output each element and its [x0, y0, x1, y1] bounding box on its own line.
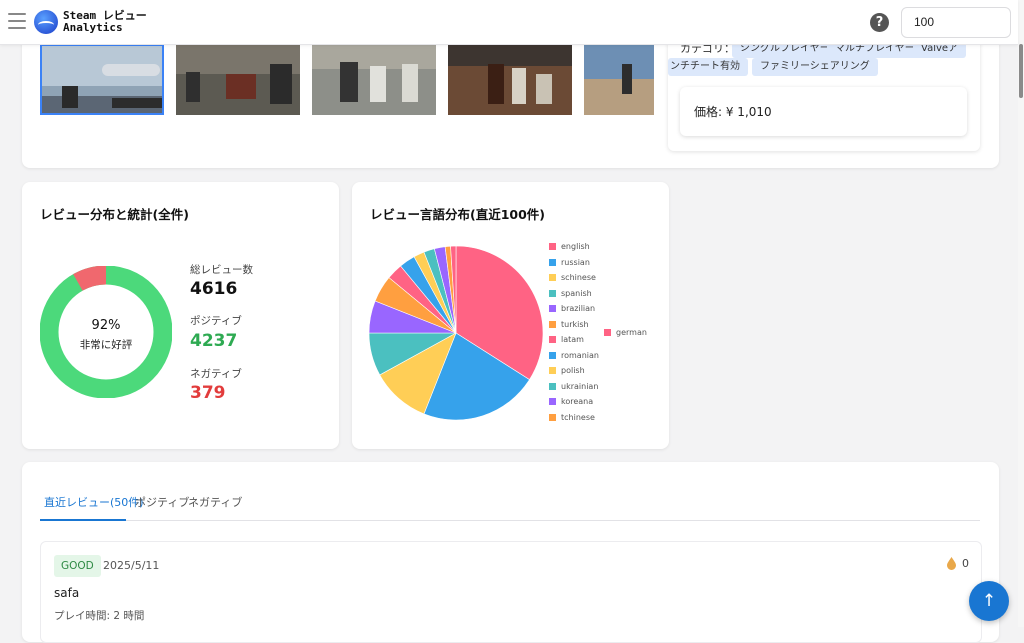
top-bar: Steam レビュー Analytics ? 100 — [0, 0, 1018, 45]
language-card-title: レビュー言語分布(直近100件) — [370, 207, 546, 222]
total-reviews-label: 総レビュー数 — [190, 264, 253, 276]
language-pie-chart — [368, 245, 544, 421]
legend-label: german — [616, 328, 647, 337]
arrow-up-icon: ↑ — [981, 591, 997, 611]
legend-label: spanish — [561, 288, 592, 298]
legend-swatch — [549, 382, 556, 390]
legend-swatch — [549, 367, 556, 374]
review-date: 2025/5/11 — [103, 559, 160, 572]
tab-recent-reviews[interactable]: 直近レビュー(50件) — [44, 494, 144, 510]
page-scrollbar[interactable] — [1018, 0, 1024, 627]
legend-swatch — [549, 351, 556, 359]
tab-positive[interactable]: ポジティブ — [135, 494, 189, 510]
help-icon[interactable]: ? — [870, 13, 889, 32]
brand-title: Steam レビュー Analytics — [63, 10, 147, 34]
negative-value: 379 — [190, 383, 226, 403]
screenshot-thumbnail[interactable] — [40, 44, 164, 115]
legend-label: romanian — [561, 350, 599, 360]
screenshot-thumbnail[interactable] — [448, 44, 572, 115]
review-playtime: プレイ時間: 2 時間 — [54, 610, 145, 622]
scrollbar-thumb[interactable] — [1019, 44, 1023, 98]
count-input[interactable]: 100 — [901, 7, 1011, 38]
legend-item-latam[interactable]: latam — [549, 335, 584, 344]
legend-label: polish — [561, 366, 585, 375]
screenshot-thumbnail[interactable] — [176, 44, 300, 115]
tab-divider — [40, 520, 980, 521]
total-reviews-value: 4616 — [190, 279, 238, 299]
legend-item-english[interactable]: english — [549, 242, 590, 251]
legend-swatch — [549, 336, 556, 343]
active-tab-indicator — [40, 519, 126, 521]
review-item: GOOD 2025/5/11 safa プレイ時間: 2 時間 0 — [40, 541, 982, 643]
legend-item-russian[interactable]: russian — [549, 258, 590, 267]
category-tag[interactable]: ファミリーシェアリング — [752, 58, 878, 76]
brand-line2: Analytics — [63, 21, 123, 34]
legend-swatch — [604, 329, 611, 336]
review-like-count: 0 — [962, 557, 969, 570]
legend-item-ukrainian[interactable]: ukrainian — [549, 382, 598, 391]
donut-percent: 92% — [91, 318, 121, 333]
scroll-top-button[interactable]: ↑ — [969, 581, 1009, 621]
donut-sentiment: 非常に好評 — [79, 339, 133, 351]
hamburger-menu-icon[interactable] — [8, 13, 26, 29]
legend-label: schinese — [561, 273, 596, 282]
legend-label: ukrainian — [561, 381, 599, 391]
legend-label: tchinese — [561, 412, 595, 422]
review-stats-card: レビュー分布と統計(全件) 92% 非常に好評 総レビュー数 4616 ポジティ… — [22, 182, 339, 449]
legend-item-spanish[interactable]: spanish — [549, 289, 592, 298]
screenshot-thumbnail[interactable] — [584, 44, 654, 115]
game-details-box: カテゴリ： シングルプレイヤー マルチプレイヤー Valveア ンチチート有効 … — [668, 30, 980, 151]
stats-card-title: レビュー分布と統計(全件) — [40, 207, 189, 222]
legend-label: turkish — [561, 319, 589, 329]
category-tag[interactable]: ンチチート有効 — [668, 58, 748, 76]
legend-swatch — [549, 289, 556, 297]
legend-item-german[interactable]: german — [604, 328, 647, 337]
legend-item-tchinese[interactable]: tchinese — [549, 413, 595, 422]
legend-item-romanian[interactable]: romanian — [549, 351, 599, 360]
legend-swatch — [549, 274, 556, 281]
app-logo — [34, 10, 58, 34]
screenshot-thumbnail[interactable] — [312, 44, 436, 115]
legend-swatch — [549, 258, 556, 266]
price-box: 価格: ¥ 1,010 — [680, 87, 967, 136]
legend-item-schinese[interactable]: schinese — [549, 273, 596, 282]
legend-swatch — [549, 320, 556, 328]
language-chart-card: レビュー言語分布(直近100件) english russian schinese s… — [352, 182, 669, 449]
legend-label: russian — [561, 257, 590, 267]
legend-label: latam — [561, 335, 584, 344]
legend-item-brazilian[interactable]: brazilian — [549, 304, 595, 313]
legend-swatch — [549, 305, 556, 312]
legend-swatch — [549, 243, 556, 250]
review-sentiment-badge: GOOD — [54, 555, 101, 577]
legend-swatch — [549, 398, 556, 405]
legend-item-koreana[interactable]: koreana — [549, 397, 593, 406]
tab-negative[interactable]: ネガティブ — [188, 494, 242, 510]
legend-label: brazilian — [561, 304, 596, 313]
legend-item-turkish[interactable]: turkish — [549, 320, 589, 329]
review-text: safa — [54, 586, 80, 600]
legend-label: english — [561, 242, 590, 251]
legend-item-polish[interactable]: polish — [549, 366, 585, 375]
like-icon[interactable] — [946, 557, 957, 570]
legend-label: koreana — [561, 397, 594, 406]
legend-swatch — [549, 413, 556, 421]
negative-label: ネガティブ — [190, 368, 242, 380]
positive-label: ポジティブ — [190, 315, 242, 327]
positive-value: 4237 — [190, 331, 238, 351]
screenshot-gallery[interactable] — [40, 44, 654, 116]
price-text: 価格: ¥ 1,010 — [694, 105, 772, 119]
